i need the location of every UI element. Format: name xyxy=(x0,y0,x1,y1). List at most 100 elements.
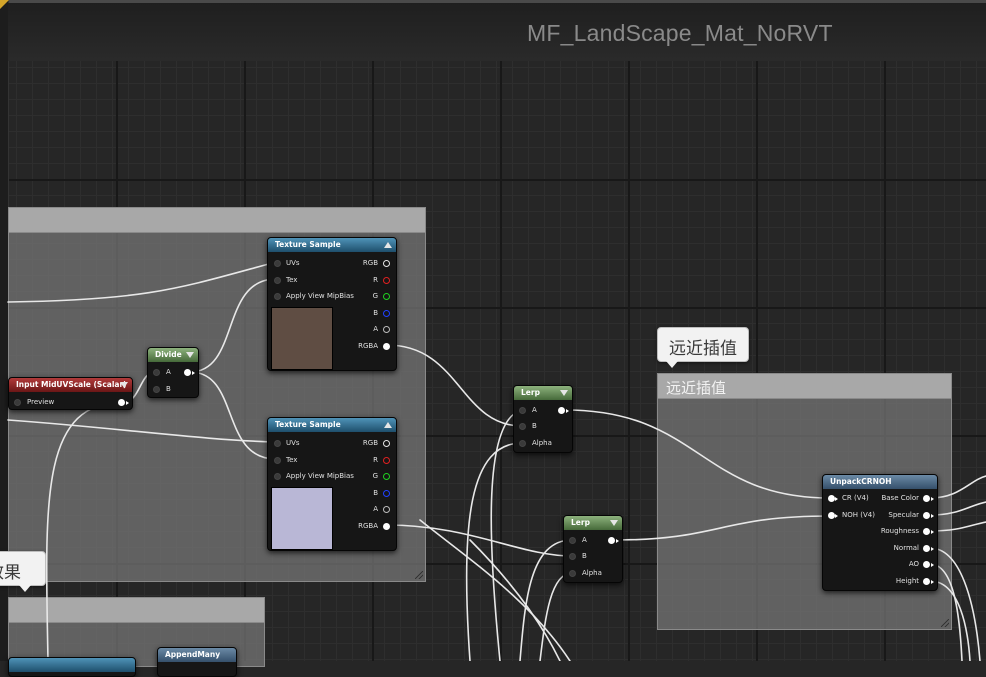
pin-dot-icon[interactable] xyxy=(923,512,930,519)
output-pin-roughness[interactable]: Roughness xyxy=(872,527,934,537)
output-pin[interactable] xyxy=(115,398,129,408)
pin-arrow-icon[interactable] xyxy=(931,580,934,584)
output-pin-rgba[interactable]: RGBA xyxy=(340,342,390,352)
pin-arrow-icon[interactable] xyxy=(931,497,934,501)
pin-dot-icon[interactable] xyxy=(519,440,526,447)
output-pin-rgba[interactable]: RGBA xyxy=(340,522,390,532)
pin-dot-icon[interactable] xyxy=(519,407,526,414)
pin-dot-icon[interactable] xyxy=(923,528,930,535)
pin-arrow-icon[interactable] xyxy=(192,371,195,375)
output-pin[interactable] xyxy=(181,368,195,378)
pin-dot-icon[interactable] xyxy=(558,407,565,414)
pin-arrow-icon[interactable] xyxy=(931,514,934,518)
pin-dot-icon[interactable] xyxy=(828,512,835,519)
pin-arrow-icon[interactable] xyxy=(835,497,838,501)
pin-dot-icon[interactable] xyxy=(923,561,930,568)
divide-node[interactable]: Divide A B xyxy=(147,347,199,398)
pin-dot-icon[interactable] xyxy=(383,277,390,284)
output-pin-b[interactable]: B xyxy=(340,309,390,319)
lerp-node-1[interactable]: Lerp A B Alpha xyxy=(513,385,573,453)
pin-dot-icon[interactable] xyxy=(383,457,390,464)
pin-dot-icon[interactable] xyxy=(383,506,390,513)
pin-dot-icon[interactable] xyxy=(608,537,615,544)
pin-arrow-icon[interactable] xyxy=(126,401,129,405)
pin-dot-icon[interactable] xyxy=(274,457,281,464)
pin-dot-icon[interactable] xyxy=(118,399,125,406)
resize-grip-icon[interactable] xyxy=(941,619,949,627)
pin-dot-icon[interactable] xyxy=(184,369,191,376)
partial-node[interactable] xyxy=(8,657,136,677)
collapse-arrow-icon[interactable] xyxy=(384,422,392,428)
output-pin[interactable] xyxy=(605,536,619,546)
pin-dot-icon[interactable] xyxy=(274,277,281,284)
pin-dot-icon[interactable] xyxy=(383,440,390,447)
pin-arrow-icon[interactable] xyxy=(566,409,569,413)
pin-dot-icon[interactable] xyxy=(274,260,281,267)
node-header[interactable]: Lerp xyxy=(514,386,572,400)
resize-grip-icon[interactable] xyxy=(415,571,423,579)
pin-dot-icon[interactable] xyxy=(153,369,160,376)
pin-dot-icon[interactable] xyxy=(923,545,930,552)
node-header[interactable]: AppendMany xyxy=(158,648,236,662)
pin-arrow-icon[interactable] xyxy=(835,514,838,518)
pin-dot-icon[interactable] xyxy=(519,423,526,430)
unpack-crnoh-node[interactable]: UnpackCRNOH CR (V4) NOH (V4) Base Color … xyxy=(822,474,938,591)
pin-dot-icon[interactable] xyxy=(828,495,835,502)
pin-dot-icon[interactable] xyxy=(923,495,930,502)
output-pin-specular[interactable]: Specular xyxy=(872,511,934,521)
node-header[interactable]: Texture Sample xyxy=(268,238,396,252)
texture-sample-node-2[interactable]: Texture Sample UVs Tex Apply View MipBia… xyxy=(267,417,397,551)
output-pin-ao[interactable]: AO xyxy=(872,560,934,570)
output-pin-rgb[interactable]: RGB xyxy=(340,259,390,269)
output-pin-base-color[interactable]: Base Color xyxy=(872,494,934,504)
node-header[interactable]: Input MidUVScale (Scalar) xyxy=(9,378,132,392)
output-pin-height[interactable]: Height xyxy=(872,577,934,587)
node-header[interactable]: Lerp xyxy=(564,516,622,530)
collapse-arrow-icon[interactable] xyxy=(560,390,568,396)
pin-dot-icon[interactable] xyxy=(569,537,576,544)
pin-dot-icon[interactable] xyxy=(383,490,390,497)
collapse-arrow-icon[interactable] xyxy=(120,382,128,388)
pin-dot-icon[interactable] xyxy=(274,473,281,480)
node-header[interactable]: Texture Sample xyxy=(268,418,396,432)
pin-dot-icon[interactable] xyxy=(923,578,930,585)
output-pin-normal[interactable]: Normal xyxy=(872,544,934,554)
pin-dot-icon[interactable] xyxy=(383,523,390,530)
comment-header[interactable]: 远近插值 xyxy=(658,374,951,399)
output-pin-r[interactable]: R xyxy=(340,276,390,286)
pin-dot-icon[interactable] xyxy=(383,473,390,480)
collapse-arrow-icon[interactable] xyxy=(384,242,392,248)
comment-bubble-far-near[interactable]: 远近插值 xyxy=(657,327,749,368)
node-header[interactable]: Divide xyxy=(148,348,198,362)
pin-dot-icon[interactable] xyxy=(383,293,390,300)
output-pin-rgb[interactable]: RGB xyxy=(340,439,390,449)
pin-dot-icon[interactable] xyxy=(383,343,390,350)
comment-header[interactable] xyxy=(9,208,425,233)
lerp-node-2[interactable]: Lerp A B Alpha xyxy=(563,515,623,583)
pin-arrow-icon[interactable] xyxy=(616,539,619,543)
pin-dot-icon[interactable] xyxy=(153,386,160,393)
pin-dot-icon[interactable] xyxy=(274,440,281,447)
pin-dot-icon[interactable] xyxy=(383,326,390,333)
output-pin[interactable] xyxy=(555,406,569,416)
pin-dot-icon[interactable] xyxy=(14,399,21,406)
pin-dot-icon[interactable] xyxy=(383,310,390,317)
scalar-parameter-node[interactable]: Input MidUVScale (Scalar) Preview xyxy=(8,377,133,410)
collapse-arrow-icon[interactable] xyxy=(186,352,194,358)
output-pin-b[interactable]: B xyxy=(340,489,390,499)
node-header[interactable] xyxy=(9,658,135,672)
output-pin-a[interactable]: A xyxy=(340,505,390,515)
pin-dot-icon[interactable] xyxy=(383,260,390,267)
output-pin-a[interactable]: A xyxy=(340,325,390,335)
comment-bubble-effect[interactable]: 效果 xyxy=(0,551,46,592)
output-pin-g[interactable]: G xyxy=(340,472,390,482)
pin-dot-icon[interactable] xyxy=(274,293,281,300)
output-pin-r[interactable]: R xyxy=(340,456,390,466)
comment-header[interactable] xyxy=(9,598,264,623)
pin-arrow-icon[interactable] xyxy=(931,563,934,567)
pin-arrow-icon[interactable] xyxy=(931,547,934,551)
pin-dot-icon[interactable] xyxy=(569,553,576,560)
pin-dot-icon[interactable] xyxy=(569,570,576,577)
output-pin-g[interactable]: G xyxy=(340,292,390,302)
pin-arrow-icon[interactable] xyxy=(931,530,934,534)
